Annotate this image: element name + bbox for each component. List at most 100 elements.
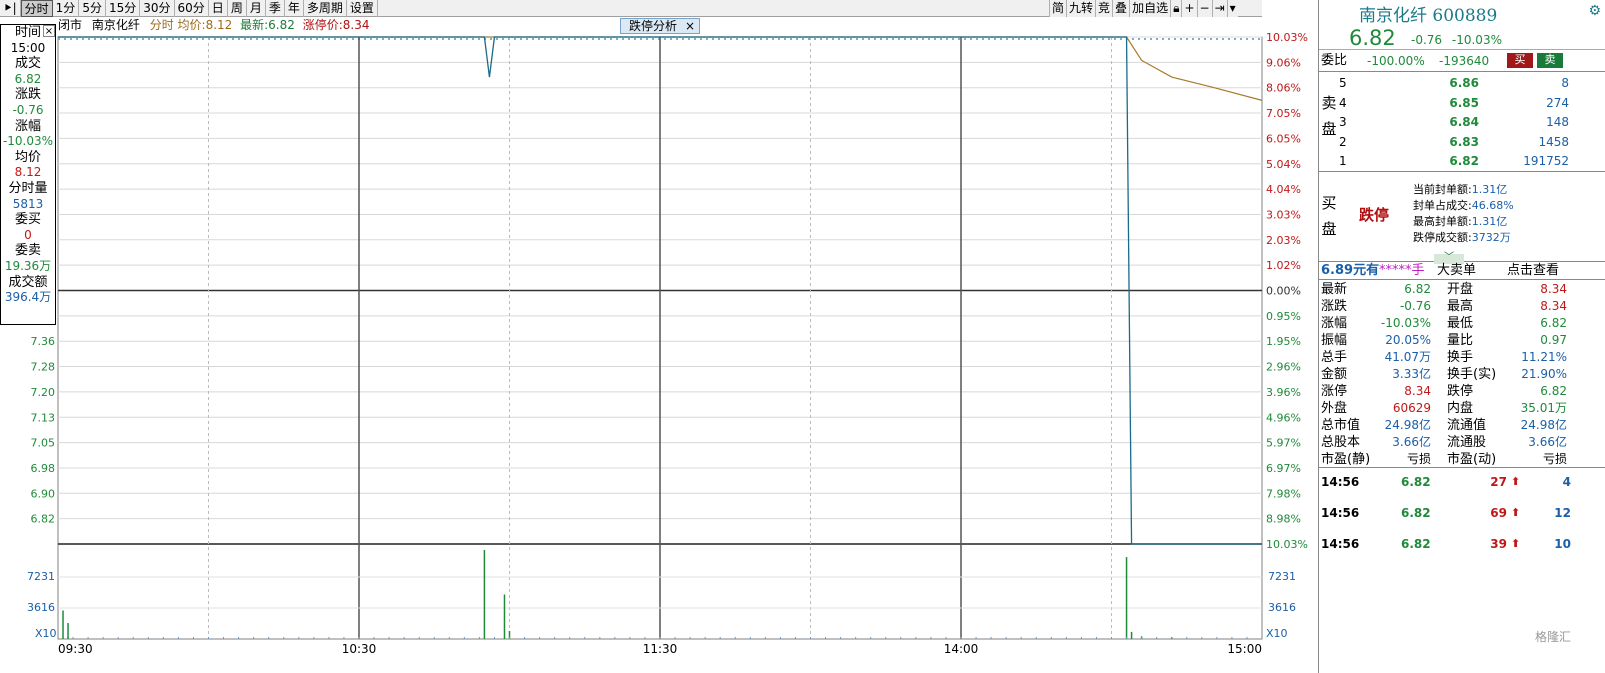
ask-row[interactable]: 2 6.83 1458 <box>1339 133 1569 152</box>
seal-key: 跌停成交额: <box>1413 231 1472 244</box>
more-dropdown-icon[interactable]: ▾ <box>1226 0 1238 17</box>
period-tab[interactable]: 设置 <box>347 0 378 17</box>
ask-row[interactable]: 4 6.85 274 <box>1339 94 1569 113</box>
toolbar-button[interactable]: 简 <box>1049 0 1066 17</box>
price-axis-label: 6.90 <box>31 487 56 500</box>
stat-value: 0.97 <box>1540 333 1567 347</box>
ask-price: 6.86 <box>1449 76 1479 90</box>
limit-down-status: 跌停 <box>1359 206 1390 224</box>
close-icon[interactable]: × <box>43 25 55 37</box>
pct-axis-label: 4.04% <box>1266 183 1301 196</box>
ask-price: 6.83 <box>1449 134 1479 149</box>
toolbar-button[interactable]: 九转 <box>1066 0 1095 17</box>
stat-value: 8.34 <box>1540 299 1567 313</box>
change-value: -0.76 <box>1411 33 1443 47</box>
big-order-link[interactable]: 点击查看 <box>1507 262 1559 280</box>
intraday-chart[interactable]: 7.437.367.287.207.137.056.986.906.8210.0… <box>0 17 1318 673</box>
info-value: 0 <box>24 227 32 242</box>
stat-value: 41.07万 <box>1384 350 1431 364</box>
period-tab[interactable]: 5分 <box>79 0 106 17</box>
pct-axis-label: 2.03% <box>1266 234 1301 247</box>
pct-axis-label: 6.97% <box>1266 462 1301 475</box>
zoom-in-icon[interactable]: + <box>1181 0 1196 17</box>
toolbar-button[interactable]: 加自选 <box>1129 0 1170 17</box>
seal-value: 3732万 <box>1471 231 1511 244</box>
stat-key: 振幅 <box>1321 333 1348 348</box>
stat-key: 最新 <box>1321 282 1348 297</box>
stat-value: 3.33亿 <box>1392 367 1431 381</box>
volume-axis-label-right: 7231 <box>1268 570 1296 583</box>
ask-level: 1 <box>1339 154 1347 168</box>
tick-time: 14:56 <box>1321 475 1360 489</box>
period-tab[interactable]: 多周期 <box>304 0 347 17</box>
tick-count: 4 <box>1562 475 1571 489</box>
info-label: 成交 <box>14 56 41 72</box>
period-tab[interactable]: 分时 <box>20 0 53 17</box>
period-tab[interactable]: 30分 <box>140 0 175 17</box>
stat-value: 20.05% <box>1385 333 1431 347</box>
period-tab[interactable]: 季 <box>266 0 285 17</box>
stat-row: 总手 41.07万 换手 11.21% <box>1321 349 1567 366</box>
info-label: 委卖 <box>14 243 41 259</box>
volume-axis-label: 3616 <box>27 601 55 614</box>
sell-button[interactable]: 卖 <box>1537 53 1563 68</box>
stock-header: 南京化纤 600889 ⚙ 6.82 -0.76 -10.03% <box>1319 0 1605 50</box>
period-tab[interactable]: 月 <box>247 0 266 17</box>
ask-row[interactable]: 3 6.84 148 <box>1339 113 1569 132</box>
period-tab[interactable]: 日 <box>209 0 228 17</box>
stat-row: 总市值 24.98亿 流通值 24.98亿 <box>1321 417 1567 434</box>
ask-price: 6.85 <box>1449 95 1479 110</box>
period-tab[interactable]: 年 <box>285 0 304 17</box>
up-arrow-icon: ⬆ <box>1511 537 1521 550</box>
period-tab[interactable]: 周 <box>228 0 247 17</box>
seal-info: 当前封单额:1.31亿 封单占成交:46.68% 最高封单额:1.31亿 跌停成交额:… <box>1413 182 1514 246</box>
info-value: 8.12 <box>14 165 42 180</box>
stat-key: 流通股 <box>1447 435 1487 450</box>
toolbar-button[interactable]: 叠 <box>1112 0 1129 17</box>
toolbar-menu-icon[interactable]: ⯈| <box>0 0 21 17</box>
ask-volume: 1458 <box>1538 134 1569 149</box>
lock-icon[interactable]: 🔒︎ <box>1170 0 1181 17</box>
seal-value: 1.31亿 <box>1471 215 1508 228</box>
order-ratio-pct: -100.00% <box>1367 54 1425 68</box>
price-axis-label: 7.05 <box>31 437 56 450</box>
ask-row[interactable]: 5 6.86 8 <box>1339 74 1569 93</box>
tick-price: 6.82 <box>1401 506 1431 520</box>
stat-row: 涨跌 -0.76 最高 8.34 <box>1321 298 1567 315</box>
stat-key: 总股本 <box>1321 435 1361 450</box>
pct-axis-label: 10.03% <box>1266 538 1308 551</box>
info-value: 396.4万 <box>4 290 52 305</box>
tick-volume: 39 <box>1490 537 1507 551</box>
pct-axis-label: 2.96% <box>1266 361 1301 374</box>
buy-button[interactable]: 买 <box>1507 53 1533 68</box>
tick-count: 10 <box>1554 537 1571 551</box>
stat-key: 外盘 <box>1321 401 1348 416</box>
stat-value: 8.34 <box>1404 384 1431 398</box>
info-value: -10.03% <box>2 134 54 149</box>
stat-value: -0.76 <box>1399 299 1431 313</box>
stat-value: 60629 <box>1392 401 1431 415</box>
gear-icon[interactable]: ⚙ <box>1588 3 1601 19</box>
ask-volume: 8 <box>1561 76 1569 90</box>
period-tab[interactable]: 1分 <box>53 0 80 17</box>
time-axis-label: 14:00 <box>944 642 979 656</box>
info-value: 15:00 <box>10 40 46 55</box>
stat-row: 涨停 8.34 跌停 6.82 <box>1321 383 1567 400</box>
up-arrow-icon: ⬆ <box>1511 506 1521 519</box>
tick-count: 12 <box>1554 506 1571 520</box>
price-axis-label: 6.98 <box>31 462 56 475</box>
toolbar-button[interactable]: 竞 <box>1095 0 1112 17</box>
period-tab[interactable]: 15分 <box>106 0 141 17</box>
stat-value: 21.90% <box>1521 367 1567 381</box>
stat-key: 市盈(动) <box>1447 452 1497 467</box>
quote-panel: 南京化纤 600889 ⚙ 6.82 -0.76 -10.03% 委比 -100… <box>1318 0 1605 673</box>
ask-row[interactable]: 1 6.82 191752 <box>1339 152 1569 171</box>
seal-row: 最高封单额:1.31亿 <box>1413 214 1514 230</box>
big-order-label: 大卖单 <box>1437 263 1477 278</box>
goto-end-icon[interactable]: ⇥ <box>1211 0 1227 17</box>
bid-side-label: 买 盘 <box>1321 190 1337 242</box>
zoom-out-icon[interactable]: − <box>1196 0 1212 17</box>
pct-axis-label: 5.97% <box>1266 437 1301 450</box>
ask-level: 3 <box>1339 115 1347 129</box>
period-tab[interactable]: 60分 <box>175 0 209 17</box>
